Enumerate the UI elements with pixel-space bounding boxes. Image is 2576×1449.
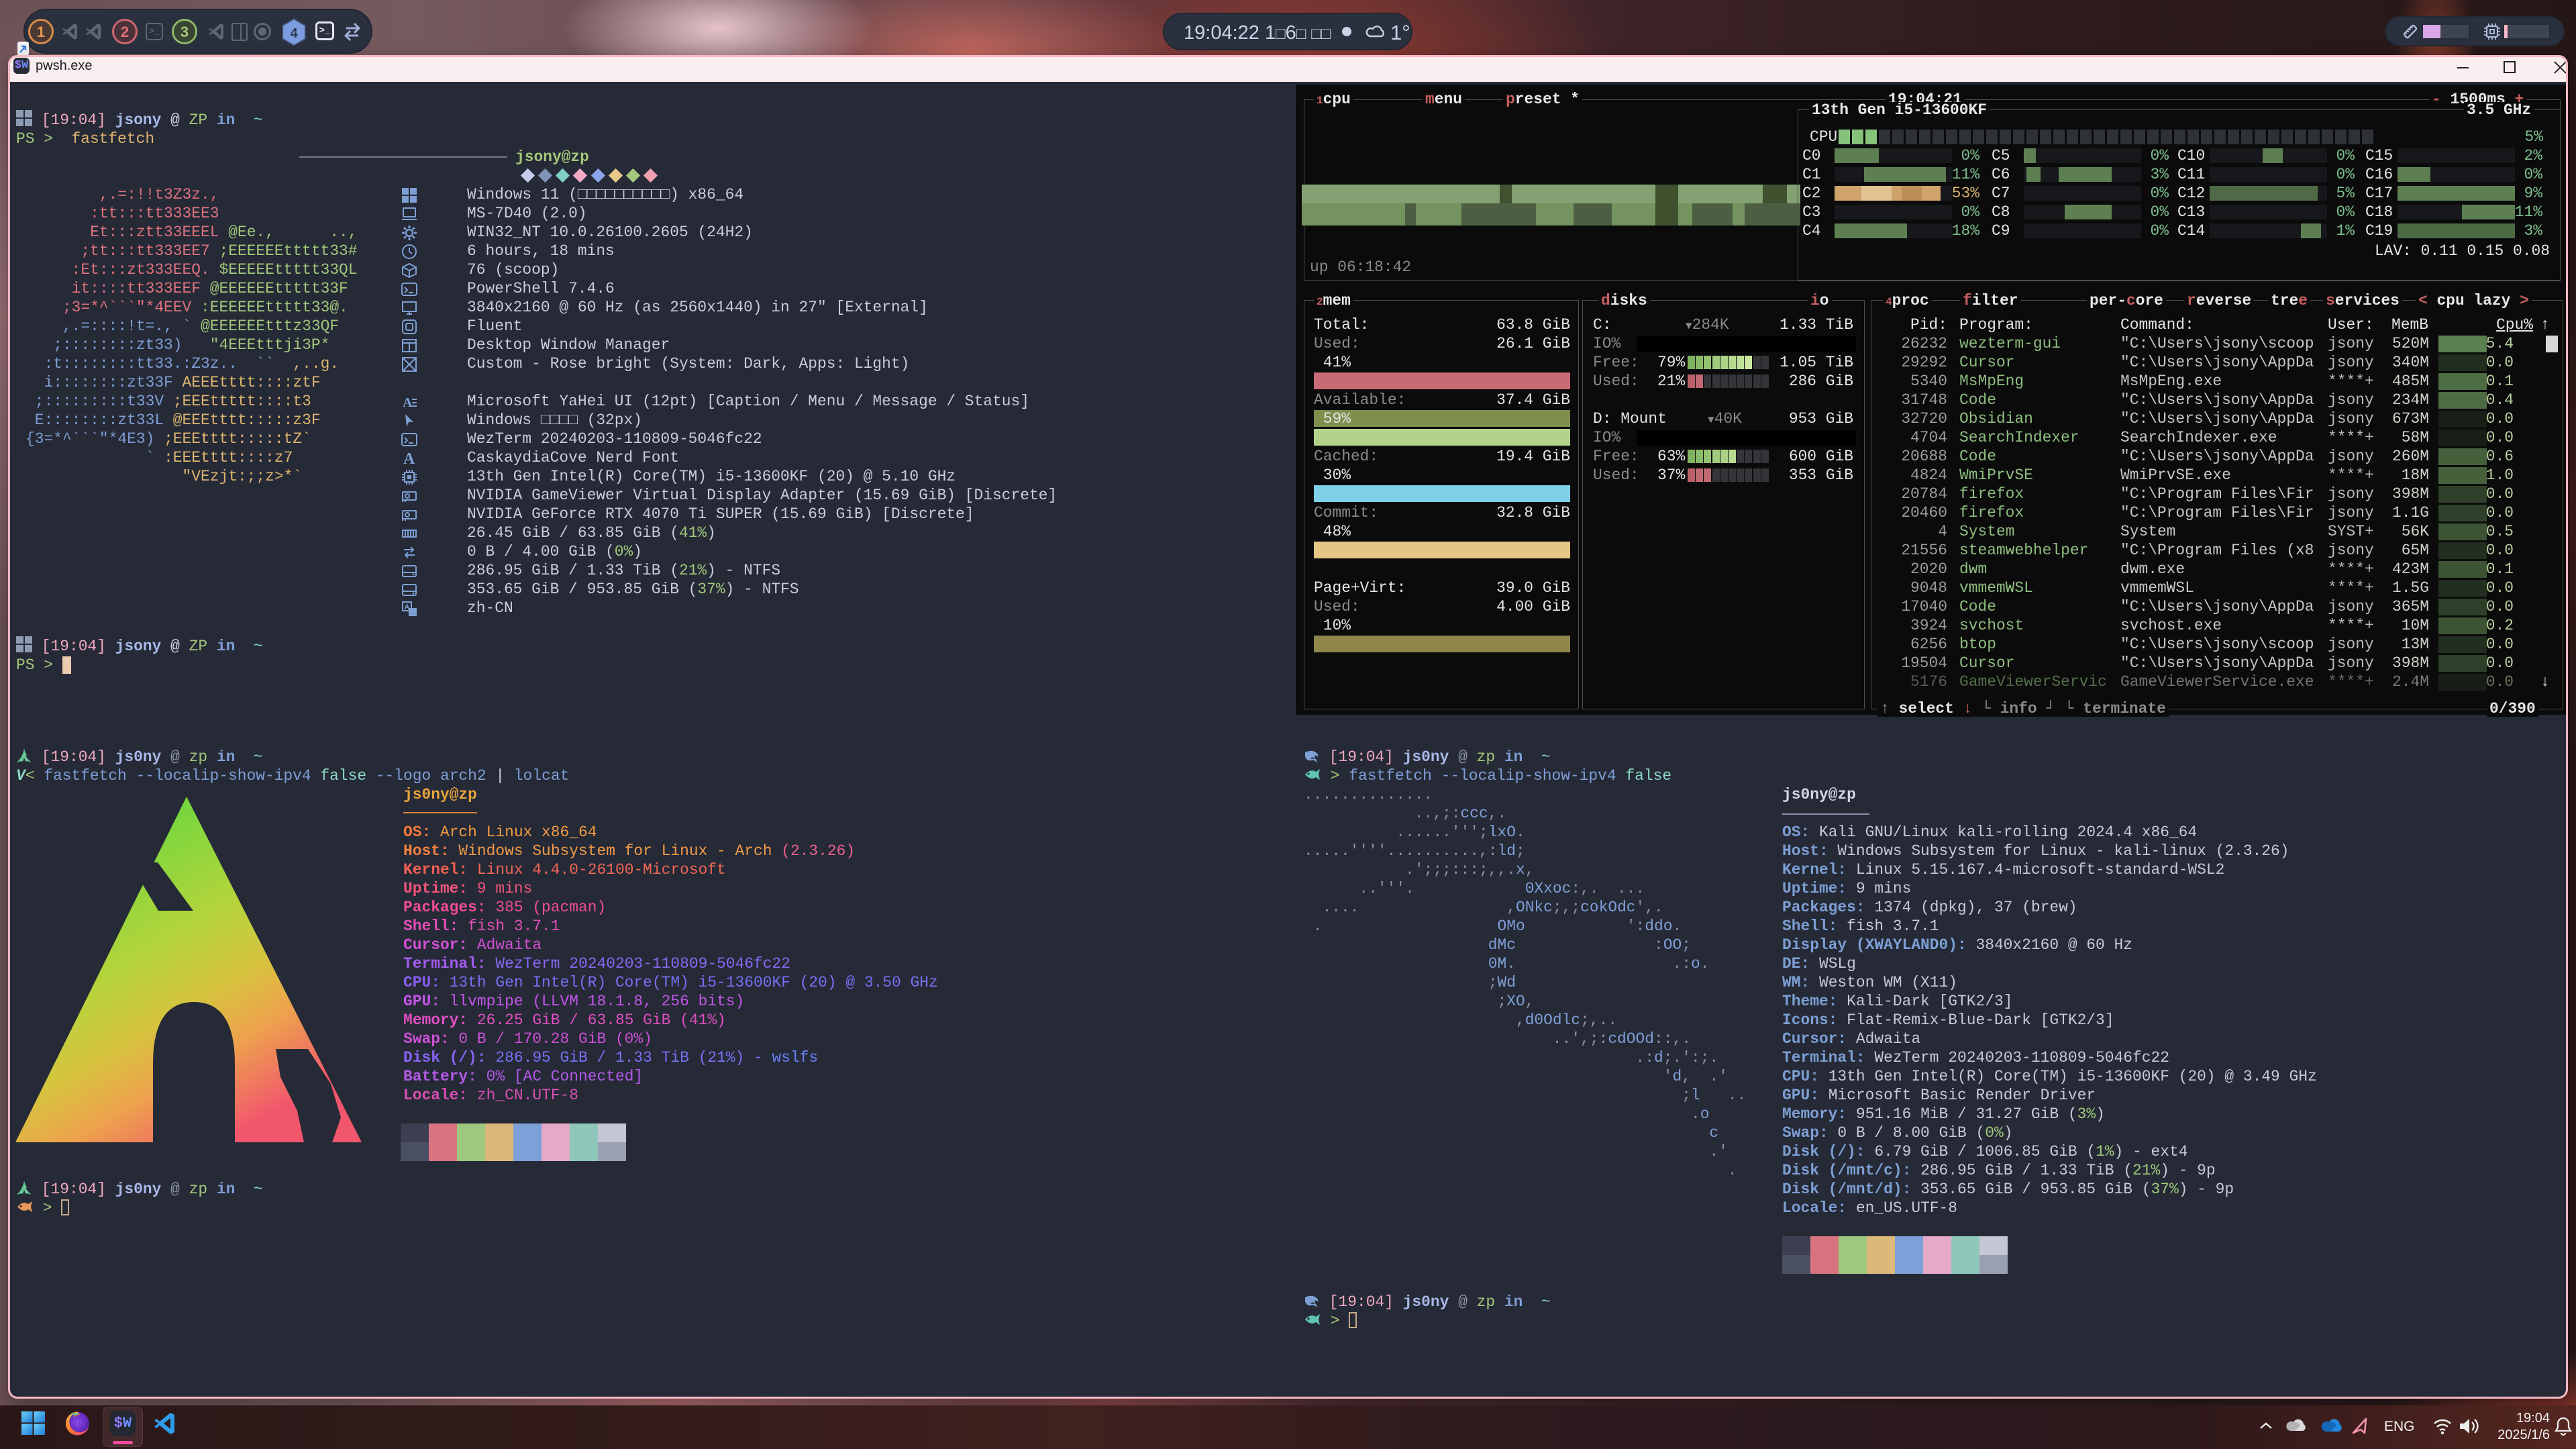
svg-text:A: A bbox=[403, 450, 415, 466]
svg-text:A: A bbox=[403, 395, 413, 410]
svg-text:4: 4 bbox=[290, 26, 298, 41]
